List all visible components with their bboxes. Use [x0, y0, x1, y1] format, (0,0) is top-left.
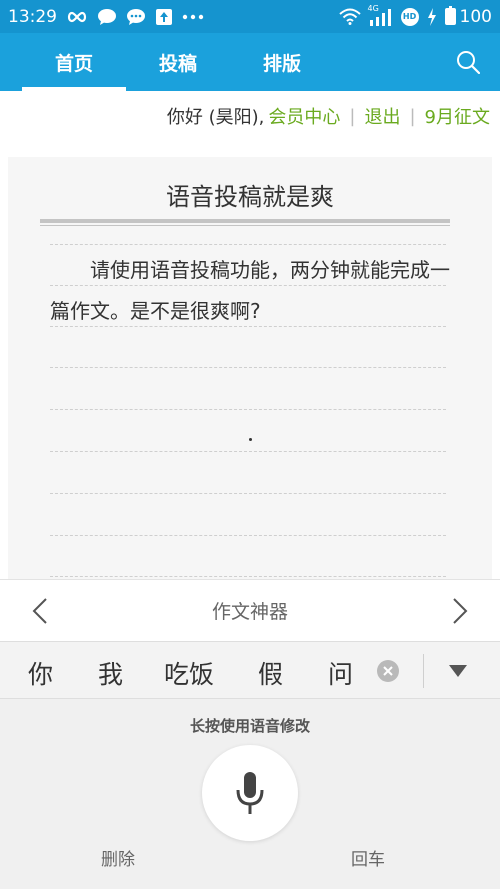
candidate-word[interactable]: 假: [258, 655, 283, 691]
search-button[interactable]: [436, 33, 500, 91]
ruled-line: [50, 409, 446, 410]
title-divider: [40, 219, 450, 223]
battery-icon: [444, 6, 456, 25]
tab-home[interactable]: 首页: [22, 33, 126, 91]
ruled-line: [50, 535, 446, 536]
text-cursor: [249, 438, 252, 441]
divider: [423, 654, 424, 688]
search-icon: [457, 51, 480, 74]
clear-button[interactable]: [377, 660, 399, 682]
enter-button[interactable]: 回车: [310, 844, 426, 876]
more-icon: [182, 14, 204, 20]
title-divider-thin: [40, 225, 450, 226]
tool-title: 作文神器: [211, 601, 288, 623]
greeting-text: 你好 (昊阳),: [166, 107, 265, 128]
voice-hint: 长按使用语音修改: [189, 717, 310, 735]
status-bar: 13:29 4G HD 100: [0, 0, 500, 33]
candidate-word[interactable]: 问: [328, 655, 353, 691]
status-time: 13:29: [8, 6, 57, 27]
network-type: 4G: [367, 3, 379, 13]
triangle-down-icon: [449, 665, 467, 677]
candidate-word[interactable]: 你: [28, 655, 53, 691]
microphone-button[interactable]: [202, 745, 298, 841]
ruled-line: [50, 367, 446, 368]
top-nav: 首页 投稿 排版: [0, 33, 500, 91]
charging-icon: [427, 7, 437, 26]
ruled-line: [50, 244, 446, 245]
next-button[interactable]: [420, 580, 500, 642]
tool-bar: 作文神器: [0, 579, 500, 641]
tab-submit-label: 投稿: [158, 52, 197, 75]
clear-icon: [383, 666, 393, 676]
delete-button[interactable]: 删除: [60, 844, 176, 876]
logout-link[interactable]: 退出: [364, 103, 400, 129]
separator: |: [409, 105, 416, 127]
candidate-word[interactable]: 吃饭: [164, 655, 214, 691]
battery-level: 100: [459, 6, 492, 27]
event-link[interactable]: 9月征文: [425, 103, 490, 129]
ruled-line: [50, 451, 446, 452]
chevron-left-icon: [32, 597, 47, 624]
wifi-icon: [338, 8, 361, 25]
ruled-line: [50, 493, 446, 494]
composition-body[interactable]: 请使用语音投稿功能，两分钟就能完成一篇作文。是不是很爽啊?: [50, 250, 450, 332]
prev-button[interactable]: [0, 580, 80, 642]
tab-layout-label: 排版: [262, 52, 301, 75]
tab-home-label: 首页: [54, 52, 93, 75]
composition-title[interactable]: 语音投稿就是爽: [8, 177, 492, 212]
infinity-icon: [66, 11, 88, 23]
voice-panel: 长按使用语音修改 删除 回车: [0, 699, 500, 889]
hd-label: HD: [402, 12, 417, 21]
ruled-line: [50, 576, 446, 577]
signal-icon: 4G: [368, 4, 393, 26]
chat-bubble-icon: [97, 8, 117, 26]
chevron-right-icon: [453, 597, 468, 624]
chat-bubble-2-icon: [126, 8, 146, 26]
upload-icon: [155, 8, 173, 26]
hd-icon: HD: [400, 7, 419, 26]
candidate-word[interactable]: 我: [98, 655, 123, 691]
expand-candidates-button[interactable]: [438, 654, 478, 688]
member-center-link[interactable]: 会员中心: [268, 103, 340, 129]
candidate-bar: 你 我 吃饭 假 问: [0, 641, 500, 699]
separator: |: [349, 105, 356, 127]
microphone-icon: [236, 772, 264, 814]
user-links: 你好 (昊阳), 会员中心 | 退出 | 9月征文: [167, 103, 490, 129]
tab-layout[interactable]: 排版: [230, 33, 334, 91]
tab-submit[interactable]: 投稿: [126, 33, 230, 91]
